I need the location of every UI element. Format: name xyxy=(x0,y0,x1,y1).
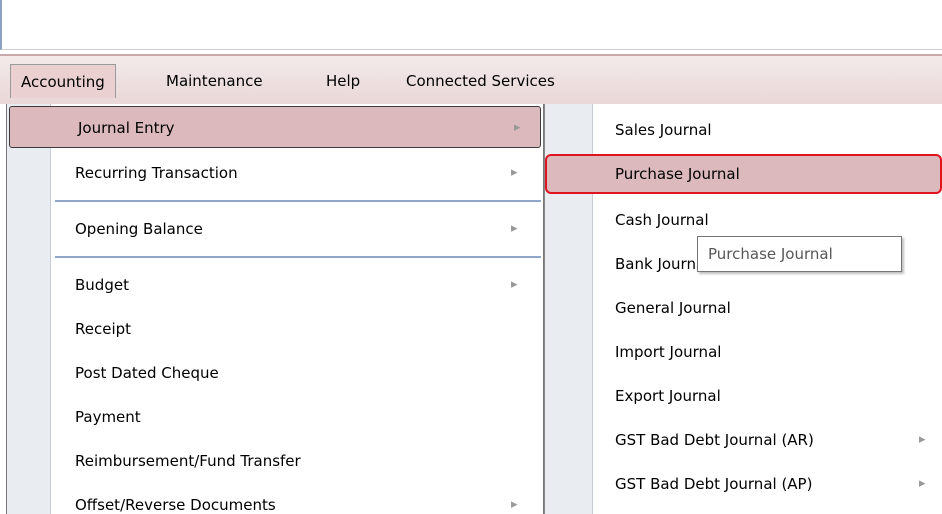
menu-item-label: Reimbursement/Fund Transfer xyxy=(75,452,301,470)
menu-item-label: Budget xyxy=(75,276,129,294)
window-title-bar xyxy=(0,0,942,50)
menu-item-payment[interactable]: Payment xyxy=(7,396,543,438)
menu-item-label: Sales Journal xyxy=(615,121,712,139)
menu-item-label: Recurring Transaction xyxy=(75,164,238,182)
menu-item-label: Receipt xyxy=(75,320,132,338)
menu-item-label: Import Journal xyxy=(615,343,722,361)
menu-item-journal-entry[interactable]: Journal Entry ▸ xyxy=(9,106,541,148)
menu-item-post-dated-cheque[interactable]: Post Dated Cheque xyxy=(7,352,543,394)
menu-item-label: Offset/Reverse Documents xyxy=(75,496,276,514)
menu-item-receipt[interactable]: Receipt xyxy=(7,308,543,350)
journal-entry-submenu: Sales Journal Purchase Journal Cash Jour… xyxy=(544,104,942,514)
menu-item-label: GST Bad Debt Journal (AP) xyxy=(615,475,813,493)
chevron-right-icon: ▸ xyxy=(511,497,518,512)
menu-item-import-journal[interactable]: Import Journal xyxy=(545,330,942,374)
menu-item-export-journal[interactable]: Export Journal xyxy=(545,374,942,418)
chevron-right-icon: ▸ xyxy=(511,221,518,236)
menu-item-budget[interactable]: Budget ▸ xyxy=(7,264,543,306)
menu-bar: Accounting Maintenance Help Connected Se… xyxy=(0,54,942,104)
accounting-dropdown: Journal Entry ▸ Recurring Transaction ▸ … xyxy=(6,104,544,514)
menu-item-label: Post Dated Cheque xyxy=(75,364,219,382)
menu-item-label: Purchase Journal xyxy=(615,165,740,183)
menu-maintenance[interactable]: Maintenance xyxy=(156,64,273,98)
chevron-right-icon: ▸ xyxy=(514,120,521,135)
menu-item-recurring-transaction[interactable]: Recurring Transaction ▸ xyxy=(7,152,543,194)
chevron-right-icon: ▸ xyxy=(511,165,518,180)
menu-item-label: GST Bad Debt Journal (AR) xyxy=(615,431,814,449)
menu-item-opening-balance[interactable]: Opening Balance ▸ xyxy=(7,208,543,250)
menu-separator xyxy=(55,200,541,202)
menu-item-gst-bad-debt-journal-ap[interactable]: GST Bad Debt Journal (AP) ▸ xyxy=(545,462,942,506)
menu-item-label: Journal Entry xyxy=(78,119,175,137)
menu-item-gst-bad-debt-journal-ar[interactable]: GST Bad Debt Journal (AR) ▸ xyxy=(545,418,942,462)
menu-item-label: Bank Journal xyxy=(615,255,710,273)
menu-item-label: General Journal xyxy=(615,299,731,317)
menu-item-general-journal[interactable]: General Journal xyxy=(545,286,942,330)
menu-separator xyxy=(55,256,541,258)
menu-connected-services[interactable]: Connected Services xyxy=(396,64,565,98)
menu-item-label: Opening Balance xyxy=(75,220,203,238)
menu-accounting[interactable]: Accounting xyxy=(10,64,116,98)
menu-item-reimbursement-fund-transfer[interactable]: Reimbursement/Fund Transfer xyxy=(7,440,543,482)
menu-item-label: Payment xyxy=(75,408,141,426)
chevron-right-icon: ▸ xyxy=(919,476,926,491)
menu-item-label: Cash Journal xyxy=(615,211,709,229)
menu-help[interactable]: Help xyxy=(316,64,370,98)
menu-item-offset-reverse-documents[interactable]: Offset/Reverse Documents ▸ xyxy=(7,484,543,514)
menu-item-label: Export Journal xyxy=(615,387,721,405)
chevron-right-icon: ▸ xyxy=(511,277,518,292)
menu-item-purchase-journal[interactable]: Purchase Journal xyxy=(545,154,942,194)
chevron-right-icon: ▸ xyxy=(919,432,926,447)
tooltip: Purchase Journal xyxy=(697,236,902,272)
menu-item-sales-journal[interactable]: Sales Journal xyxy=(545,108,942,152)
